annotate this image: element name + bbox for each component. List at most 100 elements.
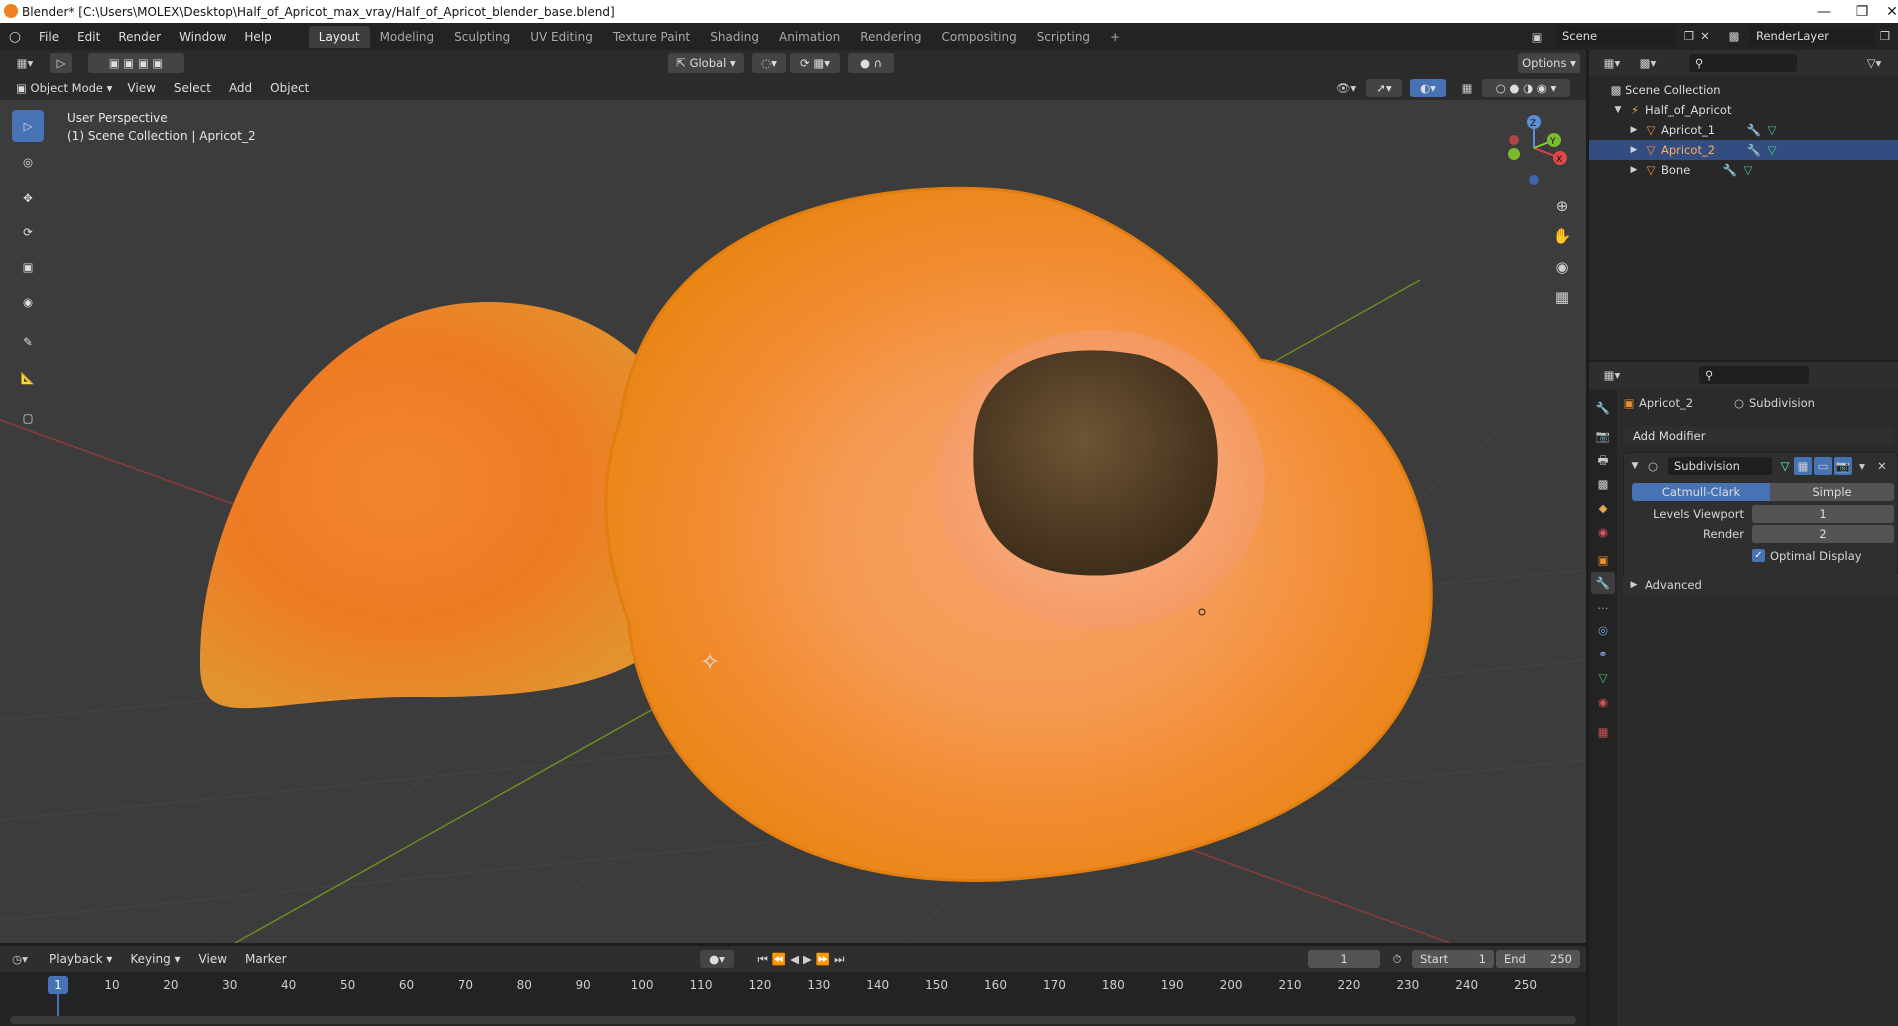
- properties-editor-icon[interactable]: ▦▾: [1597, 366, 1627, 384]
- timeline-menu-keying[interactable]: Keying ▾: [121, 952, 189, 966]
- mesh-data-icon[interactable]: ▽: [1763, 143, 1781, 157]
- record-icon[interactable]: ●▾: [700, 950, 734, 968]
- tab-rendering[interactable]: Rendering: [850, 26, 931, 48]
- move-tool-icon[interactable]: ✥: [12, 182, 44, 214]
- outliner-collection-half-of-apricot[interactable]: ▼ ⚡ Half_of_Apricot: [1589, 100, 1898, 120]
- timeline-menu-marker[interactable]: Marker: [236, 952, 295, 966]
- viewport-menu-view[interactable]: View: [118, 81, 164, 95]
- edit-mode-toggle-icon[interactable]: ▽: [1776, 457, 1794, 475]
- timeline-track[interactable]: 10 20 30 40 50 60 70 80 90 100 110 120 130 140 150 160 1…: [0, 972, 1586, 1026]
- visibility-icon[interactable]: 👁▾: [1330, 79, 1362, 97]
- playhead-frame[interactable]: 1: [48, 976, 68, 994]
- cursor-tool-icon[interactable]: ◎: [12, 146, 44, 178]
- playback-controls-icons[interactable]: ⏮⏪◀▶⏩⏭: [748, 950, 858, 968]
- blender-menu-icon[interactable]: ○: [0, 29, 30, 45]
- scene-selector[interactable]: Scene: [1556, 26, 1676, 46]
- expand-right-icon[interactable]: ▶: [1627, 165, 1641, 175]
- selection-mode-icons[interactable]: ▣ ▣ ▣ ▣: [88, 53, 184, 73]
- modifier-wrench-icon[interactable]: 🔧: [1745, 123, 1763, 137]
- scene-tab-icon[interactable]: ◆: [1593, 498, 1613, 518]
- scene-icon[interactable]: ▣: [1524, 27, 1550, 46]
- menu-window[interactable]: Window: [170, 30, 235, 44]
- world-tab-icon[interactable]: ◉: [1593, 522, 1613, 542]
- tab-scripting[interactable]: Scripting: [1027, 26, 1100, 48]
- navigation-gizmo[interactable]: Z X Y: [1492, 110, 1570, 188]
- levels-viewport-field[interactable]: 1: [1752, 505, 1894, 523]
- snapping-icon[interactable]: ⟳ ▦▾: [790, 53, 840, 73]
- constraints-tab-icon[interactable]: ⚭: [1593, 644, 1613, 664]
- outliner-editor-icon[interactable]: ▦▾: [1597, 54, 1627, 72]
- optimal-display-checkbox[interactable]: ✓: [1752, 549, 1765, 562]
- editor-type-icon[interactable]: ▦▾: [10, 53, 40, 73]
- display-mode-icon[interactable]: ▩▾: [1633, 54, 1663, 72]
- mesh-data-icon[interactable]: ▽: [1739, 163, 1757, 177]
- camera-view-icon[interactable]: ◉: [1550, 255, 1574, 279]
- pivot-point-icon[interactable]: ◌▾: [752, 53, 786, 73]
- 3d-viewport[interactable]: ✧ User Perspective (1) Scene Collection …: [0, 100, 1586, 943]
- render-tab-icon[interactable]: 📷: [1593, 426, 1613, 446]
- modifier-name-input[interactable]: Subdivision: [1668, 457, 1772, 475]
- pan-hand-icon[interactable]: ✋: [1550, 224, 1574, 248]
- modifier-wrench-icon[interactable]: 🔧: [1721, 163, 1739, 177]
- menu-file[interactable]: File: [30, 30, 68, 44]
- viewport-menu-add[interactable]: Add: [220, 81, 261, 95]
- shading-mode-icons[interactable]: ○ ● ◑ ◉ ▾: [1482, 79, 1570, 97]
- cage-toggle-icon[interactable]: ▦: [1794, 457, 1812, 475]
- new-layer-icon[interactable]: ❐: [1876, 26, 1894, 46]
- tab-layout[interactable]: Layout: [308, 25, 370, 48]
- mesh-data-icon[interactable]: ▽: [1763, 123, 1781, 137]
- outliner-item-bone[interactable]: ▶ ▽ Bone 🔧 ▽: [1589, 160, 1898, 180]
- add-modifier-button[interactable]: Add Modifier: [1625, 426, 1893, 446]
- scale-tool-icon[interactable]: ▣: [12, 251, 44, 283]
- advanced-subpanel[interactable]: ▶ Advanced: [1623, 574, 1898, 596]
- simple-button[interactable]: Simple: [1770, 483, 1894, 501]
- start-frame-field[interactable]: Start 1: [1412, 950, 1494, 968]
- menu-edit[interactable]: Edit: [68, 30, 109, 44]
- delete-scene-icon[interactable]: ✕: [1698, 26, 1712, 46]
- menu-render[interactable]: Render: [109, 30, 170, 44]
- add-workspace-icon[interactable]: +: [1100, 26, 1130, 48]
- transform-orientation-dropdown[interactable]: ⇱ Global ▾: [668, 53, 744, 73]
- tool-tab-icon[interactable]: 🔧: [1593, 398, 1613, 418]
- expand-down-icon[interactable]: ▼: [1611, 105, 1625, 115]
- timeline-editor-icon[interactable]: ◷▾: [0, 952, 40, 966]
- minimize-icon[interactable]: —: [1804, 0, 1844, 23]
- expand-right-icon[interactable]: ▶: [1627, 125, 1641, 135]
- outliner-scene-collection[interactable]: ▩ Scene Collection: [1589, 80, 1898, 100]
- collapse-icon[interactable]: ▼: [1628, 457, 1642, 475]
- properties-search-input[interactable]: ⚲: [1699, 366, 1809, 384]
- transform-tool-icon[interactable]: ◉: [12, 286, 44, 318]
- output-tab-icon[interactable]: 🖶: [1593, 452, 1613, 472]
- tab-texture-paint[interactable]: Texture Paint: [603, 26, 700, 48]
- catmull-clark-button[interactable]: Catmull-Clark: [1632, 483, 1770, 501]
- modifier-tab-icon[interactable]: 🔧: [1591, 572, 1615, 594]
- select-tool-icon[interactable]: ▷: [12, 110, 44, 142]
- xray-icon[interactable]: ▦: [1456, 79, 1478, 97]
- timeline-menu-playback[interactable]: Playback ▾: [40, 952, 121, 966]
- overlays-toggle-icon[interactable]: ◐▾: [1410, 79, 1446, 97]
- outliner-item-apricot-1[interactable]: ▶ ▽ Apricot_1 🔧 ▽: [1589, 120, 1898, 140]
- physics-tab-icon[interactable]: ◎: [1593, 620, 1613, 640]
- perspective-toggle-icon[interactable]: ▦: [1550, 285, 1574, 309]
- expand-right-icon[interactable]: ▶: [1627, 145, 1641, 155]
- stopwatch-icon[interactable]: ⏱: [1386, 950, 1408, 968]
- proportional-editing-icon[interactable]: ● ∩: [848, 53, 894, 73]
- object-mode-dropdown[interactable]: ▣ Object Mode ▾: [10, 78, 119, 98]
- measure-tool-icon[interactable]: 📐: [12, 362, 44, 394]
- mesh-data-tab-icon[interactable]: ▽: [1593, 668, 1613, 688]
- modifier-wrench-icon[interactable]: 🔧: [1745, 143, 1763, 157]
- zoom-icon[interactable]: ⊕: [1550, 194, 1574, 218]
- annotate-tool-icon[interactable]: ✎: [12, 326, 44, 358]
- render-levels-field[interactable]: 2: [1752, 525, 1894, 543]
- render-toggle-icon[interactable]: 📷: [1834, 457, 1852, 475]
- view-layer-tab-icon[interactable]: ▩: [1593, 474, 1613, 494]
- rotate-tool-icon[interactable]: ⟳: [12, 216, 44, 248]
- timeline-scrollbar[interactable]: [10, 1016, 1576, 1024]
- chevron-down-icon[interactable]: ▾: [1854, 457, 1870, 475]
- tab-shading[interactable]: Shading: [700, 26, 769, 48]
- filter-icon[interactable]: ▽▾: [1859, 54, 1889, 72]
- remove-modifier-icon[interactable]: ✕: [1874, 457, 1890, 475]
- tab-animation[interactable]: Animation: [769, 26, 850, 48]
- options-dropdown[interactable]: Options ▾: [1518, 53, 1580, 73]
- timeline-menu-view[interactable]: View: [190, 952, 236, 966]
